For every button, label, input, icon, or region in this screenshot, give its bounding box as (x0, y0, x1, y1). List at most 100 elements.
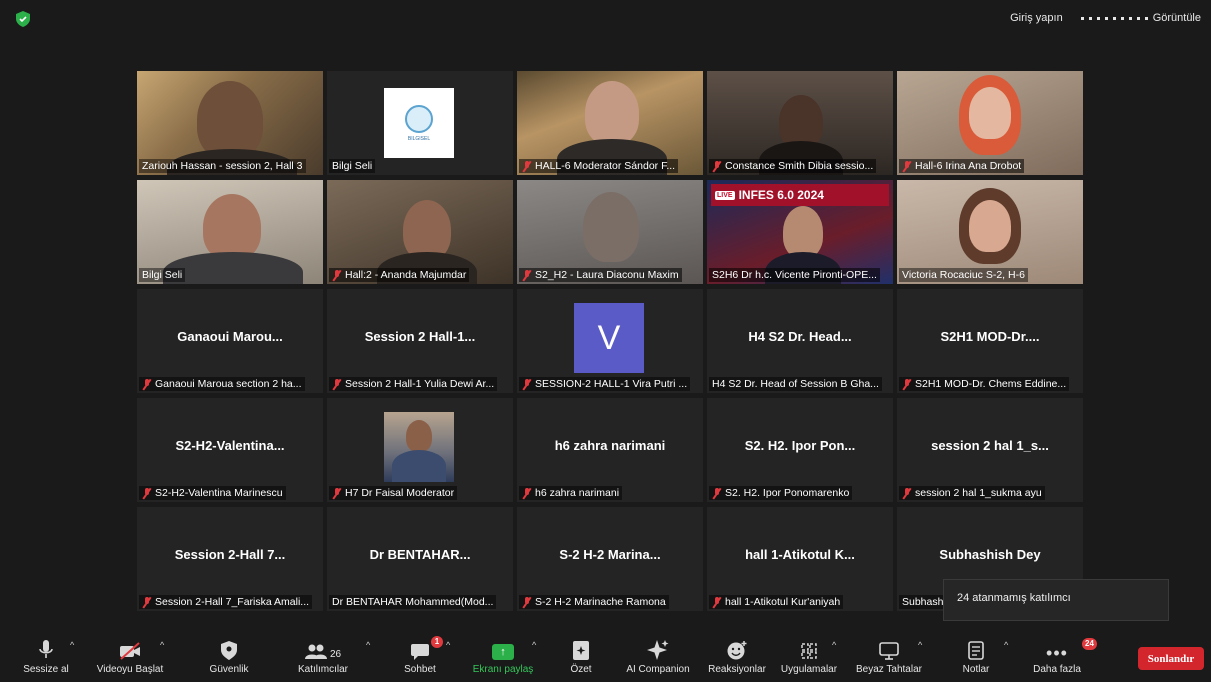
share-screen-button[interactable]: ↑ ^ Ekranı paylaş (470, 632, 537, 682)
participant-tile[interactable]: S2H1 MOD-Dr.... S2H1 MOD-Dr. Chems Eddin… (897, 289, 1083, 393)
whiteboards-button[interactable]: ^ Beyaz Tahtalar (854, 632, 924, 682)
participant-tile[interactable]: session 2 hal 1_s... session 2 hal 1_suk… (897, 398, 1083, 502)
grid-icon (1080, 16, 1148, 20)
apps-button[interactable]: ^ Uygulamalar (778, 632, 840, 682)
participant-name: Zariouh Hassan - session 2, Hall 3 (139, 159, 306, 173)
participant-name: S2_H2 - Laura Diaconu Maxim (519, 268, 682, 282)
microphone-icon (39, 640, 53, 658)
chat-options-chevron-icon[interactable]: ^ (446, 640, 450, 650)
participant-tile[interactable]: S2_H2 - Laura Diaconu Maxim (517, 180, 703, 284)
participant-display-name: Subhashish Dey (939, 547, 1041, 562)
participant-name: S-2 H-2 Marinache Ramona (519, 595, 669, 609)
participant-name: Bilgi Seli (139, 268, 186, 282)
participant-display-name: Ganaoui Marou... (177, 329, 283, 344)
participant-name: Subhash (899, 595, 947, 609)
active-speaker-tile[interactable]: LIVE INFES 6.0 2024 S2H6 Dr h.c. Vicente … (707, 180, 893, 284)
participant-name: Hall-6 Irina Ana Drobot (899, 159, 1025, 173)
participant-name: h6 zahra narimani (519, 486, 623, 500)
participant-name: Dr BENTAHAR Mohammed(Mod... (329, 595, 497, 609)
participant-display-name: Dr BENTAHAR... (369, 547, 471, 562)
mic-muted-icon (332, 487, 342, 499)
mic-muted-icon (522, 378, 532, 390)
mic-muted-icon (902, 160, 912, 172)
sparkle-icon (647, 640, 669, 660)
participant-display-name: h6 zahra narimani (554, 438, 666, 453)
participant-tile[interactable]: Ganaoui Marou... Ganaoui Maroua section … (137, 289, 323, 393)
participant-name: SESSION-2 HALL-1 Vira Putri ... (519, 377, 691, 391)
whiteboard-options-chevron-icon[interactable]: ^ (918, 640, 922, 650)
participant-name: Session 2-Hall 7_Fariska Amali... (139, 595, 313, 609)
chat-badge: 1 (431, 636, 443, 648)
mic-muted-icon (902, 487, 912, 499)
live-banner: LIVE INFES 6.0 2024 (711, 184, 889, 206)
participant-name: HALL-6 Moderator Sándor F... (519, 159, 679, 173)
participant-name: Hall:2 - Ananda Majumdar (329, 268, 470, 282)
participant-tile[interactable]: Bilgi Seli (137, 180, 323, 284)
chat-button[interactable]: 1 ^ Sohbet (402, 632, 450, 682)
smiley-icon (727, 641, 747, 660)
share-options-chevron-icon[interactable]: ^ (532, 640, 536, 650)
participant-tile[interactable]: Constance Smith Dibia sessio... (707, 71, 893, 175)
profile-photo (384, 412, 454, 482)
whiteboard-icon (879, 642, 899, 660)
bilgisel-logo: BILGISEL (384, 88, 454, 158)
participants-count: 26 (329, 649, 342, 660)
participant-tile[interactable]: Dr BENTAHAR... Dr BENTAHAR Mohammed(Mod.… (327, 507, 513, 611)
video-options-chevron-icon[interactable]: ^ (160, 640, 164, 650)
summary-icon (573, 641, 589, 660)
mute-button[interactable]: ^ Sessize al (18, 632, 74, 682)
participants-options-chevron-icon[interactable]: ^ (366, 640, 370, 650)
participants-button[interactable]: 26 ^ Katılımcılar (292, 632, 370, 682)
mute-options-chevron-icon[interactable]: ^ (70, 640, 74, 650)
mic-muted-icon (142, 378, 152, 390)
notes-icon (968, 641, 984, 660)
apps-options-chevron-icon[interactable]: ^ (832, 640, 836, 650)
video-off-icon (120, 642, 140, 660)
apps-icon (801, 643, 817, 659)
mic-muted-icon (712, 487, 722, 499)
participant-display-name: S2-H2-Valentina... (175, 438, 285, 453)
participant-tile[interactable]: Zariouh Hassan - session 2, Hall 3 (137, 71, 323, 175)
participant-display-name: S2H1 MOD-Dr.... (940, 329, 1040, 344)
participant-tile[interactable]: Hall-6 Irina Ana Drobot (897, 71, 1083, 175)
mic-muted-icon (522, 160, 532, 172)
participant-display-name: session 2 hal 1_s... (931, 438, 1049, 453)
participant-tile[interactable]: Victoria Rocaciuc S-2, H-6 (897, 180, 1083, 284)
mic-muted-icon (712, 160, 722, 172)
mic-muted-icon (712, 596, 722, 608)
participant-tile[interactable]: h6 zahra narimani h6 zahra narimani (517, 398, 703, 502)
view-button[interactable]: Görüntüle (1080, 12, 1201, 24)
participant-name: session 2 hal 1_sukma ayu (899, 486, 1045, 500)
reactions-button[interactable]: Reaksiyonlar (704, 632, 770, 682)
participant-display-name: H4 S2 Dr. Head... (748, 329, 852, 344)
security-button[interactable]: Güvenlik (204, 632, 254, 682)
participant-tile[interactable]: S2-H2-Valentina... S2-H2-Valentina Marin… (137, 398, 323, 502)
participant-name: Constance Smith Dibia sessio... (709, 159, 877, 173)
participant-tile[interactable]: hall 1-Atikotul K... hall 1-Atikotul Kur… (707, 507, 893, 611)
participant-tile[interactable]: V SESSION-2 HALL-1 Vira Putri ... (517, 289, 703, 393)
mic-muted-icon (522, 269, 532, 281)
more-button[interactable]: ••• 24 Daha fazla (1030, 632, 1097, 682)
signin-link[interactable]: Giriş yapın (1010, 12, 1063, 24)
start-video-button[interactable]: ^ Videoyu Başlat (92, 632, 168, 682)
shield-icon[interactable] (16, 11, 30, 27)
participant-tile[interactable]: HALL-6 Moderator Sándor F... (517, 71, 703, 175)
participant-tile[interactable]: Session 2-Hall 7... Session 2-Hall 7_Far… (137, 507, 323, 611)
mic-muted-icon (902, 378, 912, 390)
participant-tile[interactable]: H4 S2 Dr. Head... H4 S2 Dr. Head of Sess… (707, 289, 893, 393)
participant-tile[interactable]: S-2 H-2 Marina... S-2 H-2 Marinache Ramo… (517, 507, 703, 611)
ai-companion-button[interactable]: AI Companion (622, 632, 694, 682)
participant-name: Bilgi Seli (329, 159, 376, 173)
summary-button[interactable]: Özet (566, 632, 596, 682)
participant-tile[interactable]: Session 2 Hall-1... Session 2 Hall-1 Yul… (327, 289, 513, 393)
participant-display-name: Session 2 Hall-1... (364, 329, 476, 344)
participant-tile[interactable]: BILGISEL Bilgi Seli (327, 71, 513, 175)
view-label: Görüntüle (1152, 12, 1201, 24)
participant-tile[interactable]: S2. H2. Ipor Pon... S2. H2. Ipor Ponomar… (707, 398, 893, 502)
end-meeting-button[interactable]: Sonlandır (1138, 647, 1204, 670)
participant-tile[interactable]: H7 Dr Faisal Moderator (327, 398, 513, 502)
participant-name: H4 S2 Dr. Head of Session B Gha... (709, 377, 882, 391)
participant-tile[interactable]: Hall:2 - Ananda Majumdar (327, 180, 513, 284)
notes-options-chevron-icon[interactable]: ^ (1004, 640, 1008, 650)
notes-button[interactable]: ^ Notlar (958, 632, 1009, 682)
